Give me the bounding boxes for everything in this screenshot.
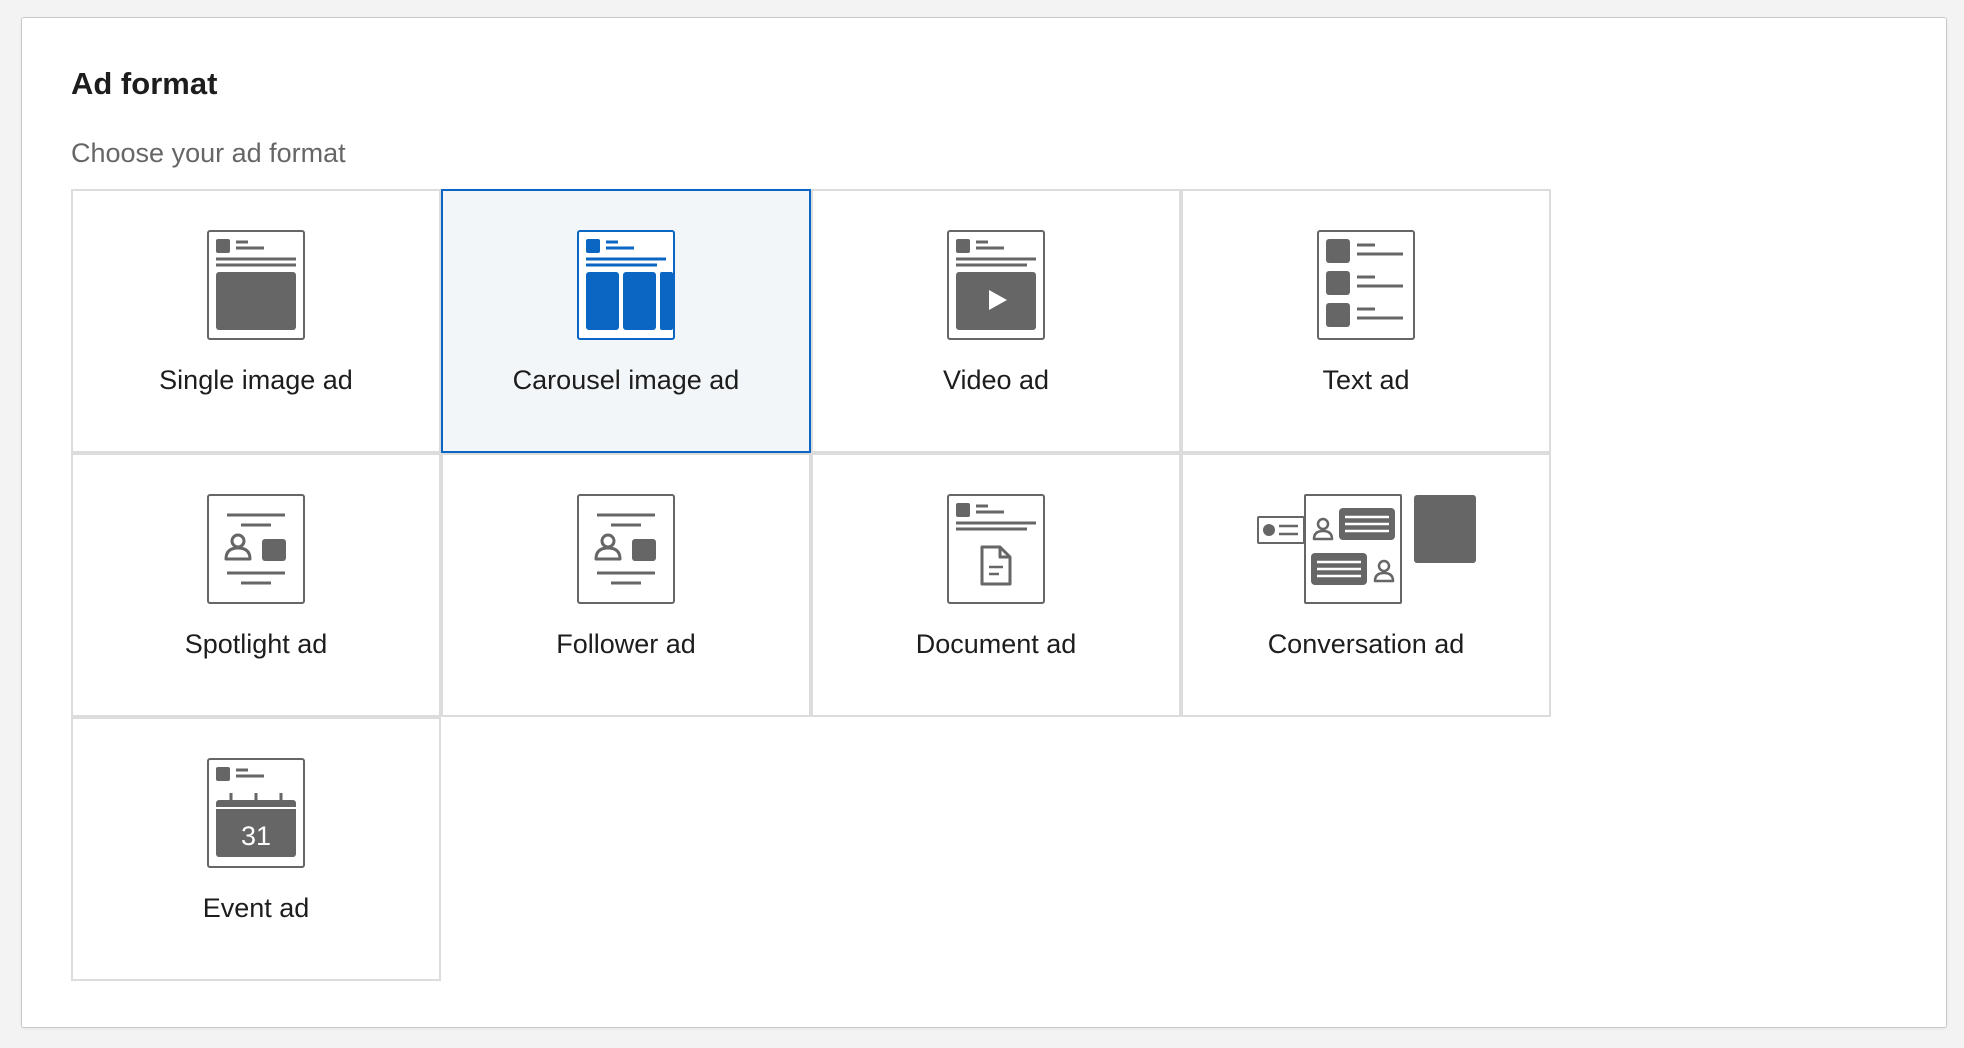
ad-format-document[interactable]: Document ad <box>811 453 1181 717</box>
spotlight-icon <box>207 494 305 604</box>
ad-format-label: Single image ad <box>159 365 353 395</box>
document-icon <box>947 494 1045 604</box>
carousel-image-icon <box>577 230 675 340</box>
ad-format-single-image[interactable]: Single image ad <box>71 189 441 453</box>
ad-format-carousel-image[interactable]: Carousel image ad <box>441 189 811 453</box>
ad-format-follower[interactable]: Follower ad <box>441 453 811 717</box>
section-title: Ad format <box>71 66 218 101</box>
ad-format-label: Text ad <box>1322 365 1410 395</box>
ad-format-label: Conversation ad <box>1267 629 1465 659</box>
ad-format-label: Event ad <box>202 893 310 923</box>
ad-format-label: Spotlight ad <box>184 629 328 659</box>
conversation-icon <box>1256 494 1476 604</box>
ad-format-label: Follower ad <box>556 629 696 659</box>
ad-format-card: Ad format Choose your ad format Single i… <box>21 17 1947 1028</box>
section-subtitle: Choose your ad format <box>71 138 346 168</box>
ad-format-label: Video ad <box>942 365 1050 395</box>
event-icon: 31 <box>207 758 305 868</box>
ad-format-text[interactable]: Text ad <box>1181 189 1551 453</box>
ad-format-label: Carousel image ad <box>512 365 740 395</box>
ad-format-spotlight[interactable]: Spotlight ad <box>71 453 441 717</box>
single-image-icon <box>207 230 305 340</box>
ad-format-event[interactable]: 31 Event ad <box>71 717 441 981</box>
ad-format-video[interactable]: Video ad <box>811 189 1181 453</box>
video-icon <box>947 230 1045 340</box>
calendar-day-number: 31 <box>241 821 271 851</box>
text-ad-icon <box>1317 230 1415 340</box>
ad-format-label: Document ad <box>915 629 1077 659</box>
ad-format-grid: Single image ad Carousel image ad Video … <box>71 189 1551 981</box>
follower-icon <box>577 494 675 604</box>
ad-format-conversation[interactable]: Conversation ad <box>1181 453 1551 717</box>
